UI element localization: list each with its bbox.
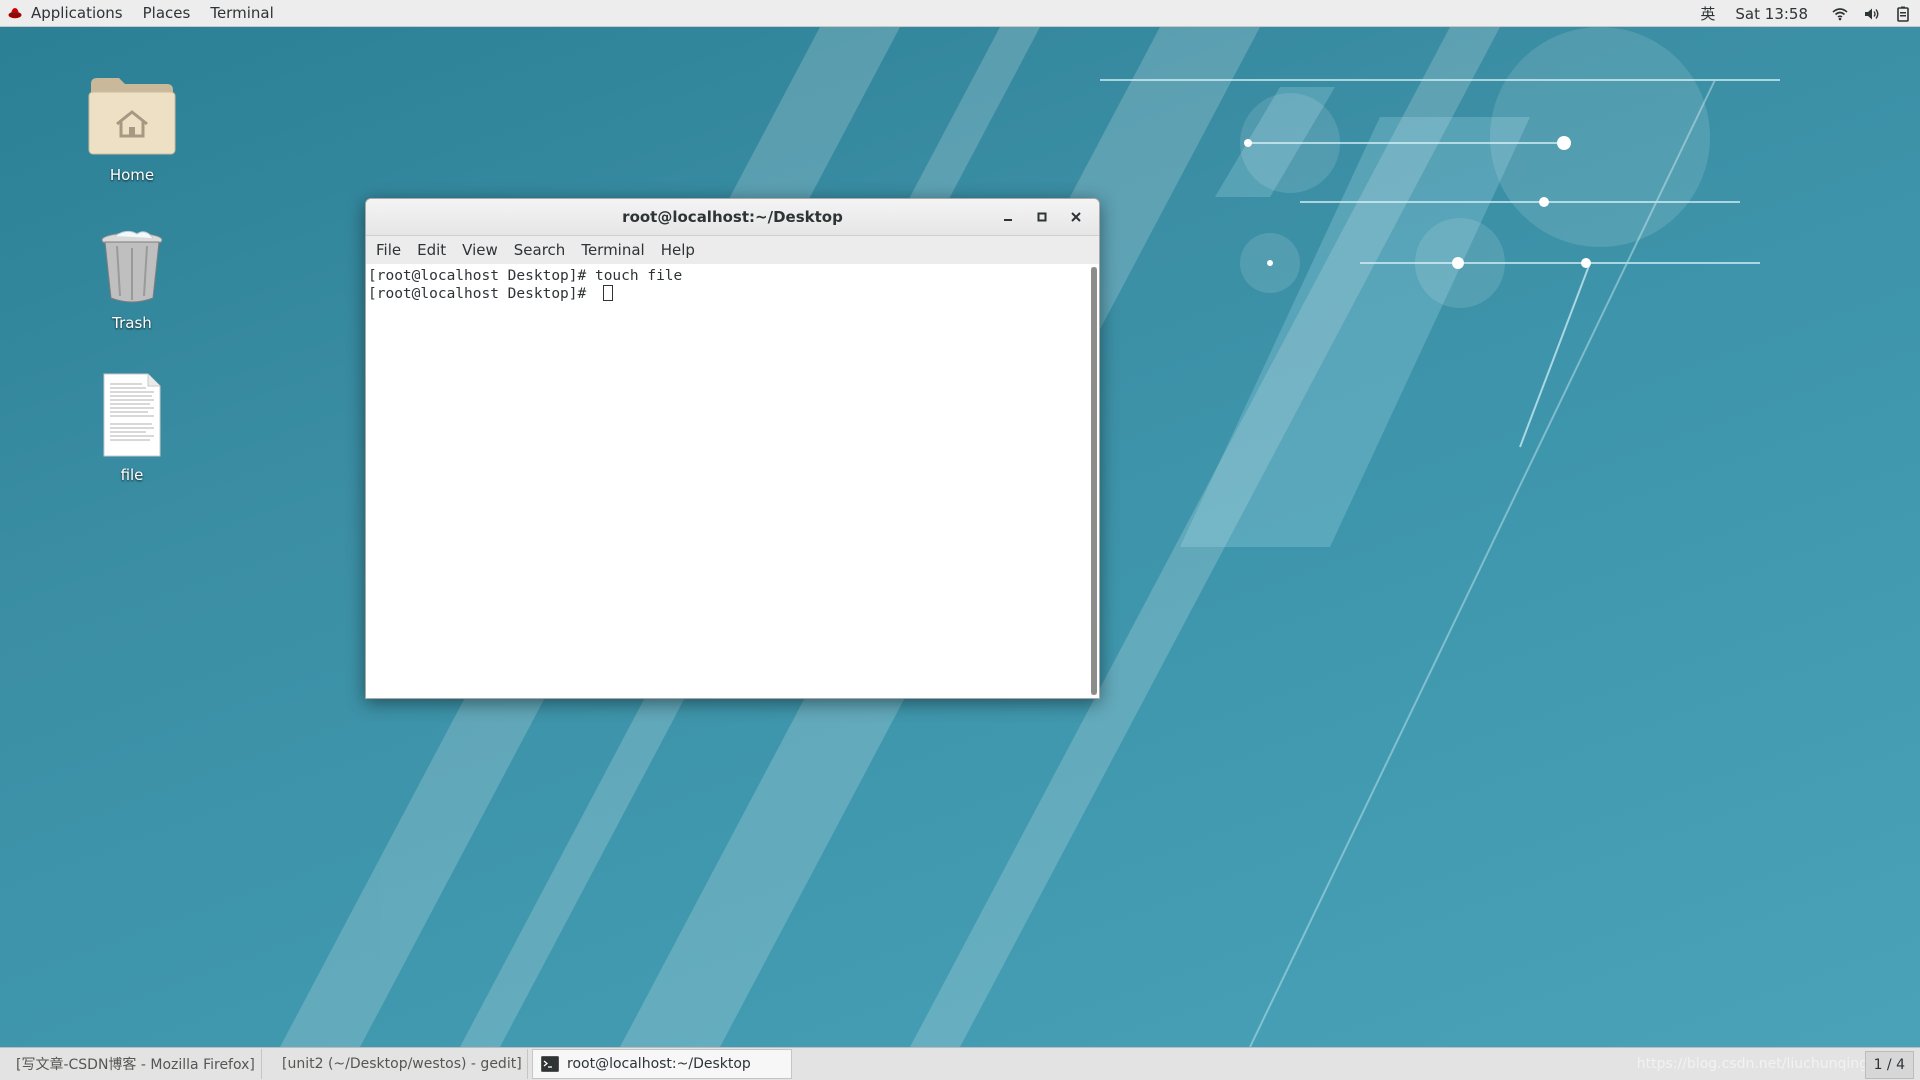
- text-file-icon: [103, 373, 161, 457]
- watermark-url: https://blog.csdn.net/liuchunqing: [1636, 1056, 1868, 1072]
- terminal-prompt-line: [root@localhost Desktop]#: [368, 285, 1097, 303]
- applications-menu[interactable]: Applications: [0, 0, 135, 27]
- terminal-cursor: [602, 285, 613, 301]
- input-method-indicator[interactable]: 英: [1690, 0, 1725, 27]
- task-terminal-label: root@localhost:~/Desktop: [567, 1056, 751, 1072]
- home-folder-icon: [88, 78, 176, 155]
- desktop-icon-trash[interactable]: Trash: [72, 226, 192, 332]
- terminal-app-menu[interactable]: Terminal: [202, 0, 285, 27]
- top-panel: Applications Places Terminal 英 Sat 13:58: [0, 0, 1920, 27]
- places-label: Places: [142, 4, 191, 22]
- maximize-icon: [1037, 212, 1047, 222]
- menu-view[interactable]: View: [454, 241, 506, 259]
- minimize-icon: [1004, 219, 1012, 221]
- window-title: root@localhost:~/Desktop: [622, 208, 843, 226]
- home-label: Home: [109, 166, 155, 184]
- terminal-line: [root@localhost Desktop]# touch file: [368, 268, 683, 284]
- window-list-taskbar: [写文章-CSDN博客 - Mozilla Firefox] [unit2 (~…: [0, 1047, 1920, 1080]
- menu-edit[interactable]: Edit: [409, 241, 454, 259]
- menu-search[interactable]: Search: [506, 241, 574, 259]
- window-titlebar[interactable]: root@localhost:~/Desktop: [366, 199, 1099, 236]
- menu-terminal[interactable]: Terminal: [573, 241, 652, 259]
- trash-icon: [101, 230, 163, 303]
- terminal-output[interactable]: [root@localhost Desktop]# touch file [ro…: [366, 264, 1099, 698]
- task-firefox[interactable]: [写文章-CSDN博客 - Mozilla Firefox]: [0, 1049, 262, 1079]
- task-firefox-label: [写文章-CSDN博客 - Mozilla Firefox]: [16, 1057, 255, 1073]
- terminal-app-label: Terminal: [210, 4, 274, 22]
- desktop-icon-file[interactable]: file: [72, 372, 192, 484]
- minimize-button[interactable]: [991, 202, 1025, 232]
- close-icon: [1071, 212, 1081, 222]
- task-gedit-label: [unit2 (~/Desktop/westos) - gedit]: [282, 1056, 522, 1072]
- menu-file[interactable]: File: [368, 241, 409, 259]
- terminal-icon: [541, 1056, 559, 1072]
- file-label: file: [120, 466, 144, 484]
- volume-icon[interactable]: [1856, 0, 1888, 27]
- maximize-button[interactable]: [1025, 202, 1059, 232]
- scrollbar-thumb[interactable]: [1091, 267, 1097, 695]
- places-menu[interactable]: Places: [135, 0, 203, 27]
- applications-label: Applications: [31, 4, 123, 22]
- terminal-scrollbar[interactable]: [1091, 267, 1097, 695]
- terminal-window[interactable]: root@localhost:~/Desktop File Edit View …: [365, 198, 1100, 699]
- window-menubar: File Edit View Search Terminal Help: [366, 236, 1099, 265]
- wifi-icon[interactable]: [1824, 0, 1856, 27]
- terminal-prompt: [root@localhost Desktop]#: [368, 286, 595, 302]
- trash-label: Trash: [112, 314, 152, 332]
- fedora-logo-icon: [8, 8, 22, 19]
- task-gedit[interactable]: [unit2 (~/Desktop/westos) - gedit]: [266, 1049, 528, 1079]
- power-icon[interactable]: [1888, 0, 1920, 27]
- close-button[interactable]: [1059, 202, 1093, 232]
- task-terminal[interactable]: root@localhost:~/Desktop: [532, 1049, 792, 1079]
- desktop-icon-home[interactable]: Home: [72, 72, 192, 184]
- clock[interactable]: Sat 13:58: [1725, 0, 1824, 27]
- menu-help[interactable]: Help: [653, 241, 703, 259]
- workspace-switcher[interactable]: 1 / 4: [1864, 1051, 1914, 1079]
